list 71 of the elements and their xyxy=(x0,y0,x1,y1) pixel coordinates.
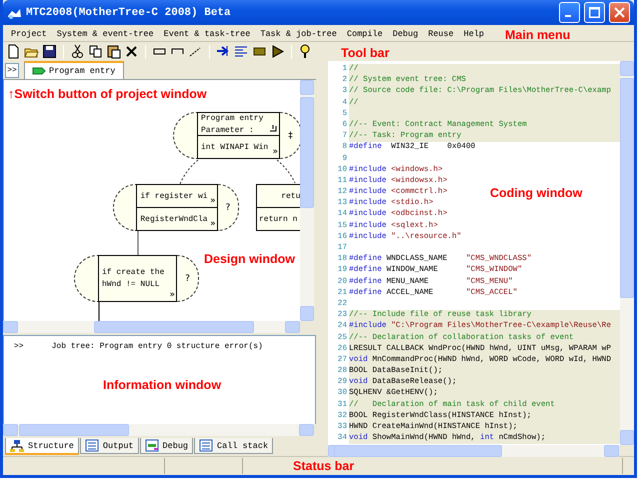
list-icon[interactable] xyxy=(234,44,249,59)
annotation-label: Tool bar xyxy=(341,46,390,60)
node-label: Program entry xyxy=(201,114,264,122)
connector-line xyxy=(98,302,100,321)
menu-item[interactable]: Reuse xyxy=(424,28,458,38)
close-button[interactable] xyxy=(609,2,630,23)
expand-marker[interactable]: » xyxy=(210,197,216,206)
expand-marker[interactable]: » xyxy=(272,148,278,157)
delete-icon[interactable] xyxy=(124,44,139,59)
tab[interactable]: Structure xyxy=(5,438,79,456)
menu-item[interactable]: Help xyxy=(460,28,488,38)
copy-icon[interactable] xyxy=(88,44,103,59)
vertical-scrollbar[interactable] xyxy=(300,80,314,321)
annotation-label: Design window xyxy=(204,252,295,266)
scissors-icon[interactable] xyxy=(70,44,85,59)
node-label: retu xyxy=(281,192,300,200)
window-icon xyxy=(144,439,159,452)
tab[interactable]: Program entry xyxy=(24,61,124,79)
list-window-icon xyxy=(84,439,99,452)
horizontal-scrollbar[interactable] xyxy=(3,424,314,436)
window-title: MTC2008(MotherTree-C 2008) Beta xyxy=(26,6,232,18)
horizontal-scrollbar[interactable] xyxy=(3,321,300,333)
node-label: RegisterWndCla xyxy=(140,214,208,224)
paste-icon[interactable] xyxy=(106,44,121,59)
horizontal-scrollbar[interactable] xyxy=(328,445,619,457)
node-label: int WINAPI Win xyxy=(201,142,270,152)
play-icon[interactable] xyxy=(270,44,285,59)
flowchart-node[interactable]: retu return n xyxy=(256,184,300,231)
minimize-button[interactable] xyxy=(559,2,580,23)
expand-marker[interactable]: » xyxy=(169,291,175,300)
cap-label: ? xyxy=(177,255,199,302)
list-window-icon xyxy=(199,439,214,452)
expand-marker[interactable]: » xyxy=(210,220,216,229)
vertical-scrollbar[interactable] xyxy=(620,61,634,445)
menu-item[interactable]: Debug xyxy=(388,28,422,38)
node-label: return n xyxy=(259,214,298,224)
node-label: if create the xyxy=(102,268,166,277)
annotation-label: ↑Switch button of project window xyxy=(8,87,207,101)
tab[interactable]: Call stack xyxy=(194,438,274,454)
cap-label: ‡ xyxy=(280,112,300,159)
menu-item[interactable]: Event & task-tree xyxy=(160,28,254,38)
maximize-icon xyxy=(589,7,600,18)
close-icon xyxy=(614,7,625,18)
tab[interactable]: Debug xyxy=(140,438,194,454)
tab[interactable]: Output xyxy=(80,438,139,454)
node-label: Parameter : xyxy=(201,126,255,134)
menu-item[interactable]: System & event-tree xyxy=(52,28,158,38)
menu-item[interactable]: Task & job-tree xyxy=(256,28,341,38)
annotation-label: Information window xyxy=(103,378,222,392)
code-editor[interactable] xyxy=(328,61,620,445)
minimize-icon xyxy=(565,15,571,17)
menu-item[interactable]: Project xyxy=(7,28,51,38)
new-file-icon[interactable] xyxy=(6,44,21,59)
message-text: Job tree: Program entry 0 structure error(s) xyxy=(52,342,263,351)
arrow-icon[interactable] xyxy=(216,44,231,59)
menu-item[interactable]: Compile xyxy=(342,28,387,38)
maximize-button[interactable] xyxy=(584,2,605,23)
connector-line xyxy=(180,160,198,184)
app-icon xyxy=(7,6,22,18)
hierarchy-icon xyxy=(10,439,24,452)
annotation-label: Coding window xyxy=(490,186,582,200)
node-label: hWnd != NULL xyxy=(102,280,161,289)
tag-icon xyxy=(31,67,45,75)
node-label: if register wi xyxy=(140,192,208,200)
connector-line xyxy=(276,160,296,184)
annotation-label: Status bar xyxy=(293,459,354,473)
save-icon[interactable] xyxy=(42,44,57,59)
annotation-label: Main menu xyxy=(505,28,570,42)
cap-label: ? xyxy=(218,184,239,231)
message-marker: >> xyxy=(14,342,24,351)
switch-button[interactable]: >> xyxy=(5,63,19,78)
